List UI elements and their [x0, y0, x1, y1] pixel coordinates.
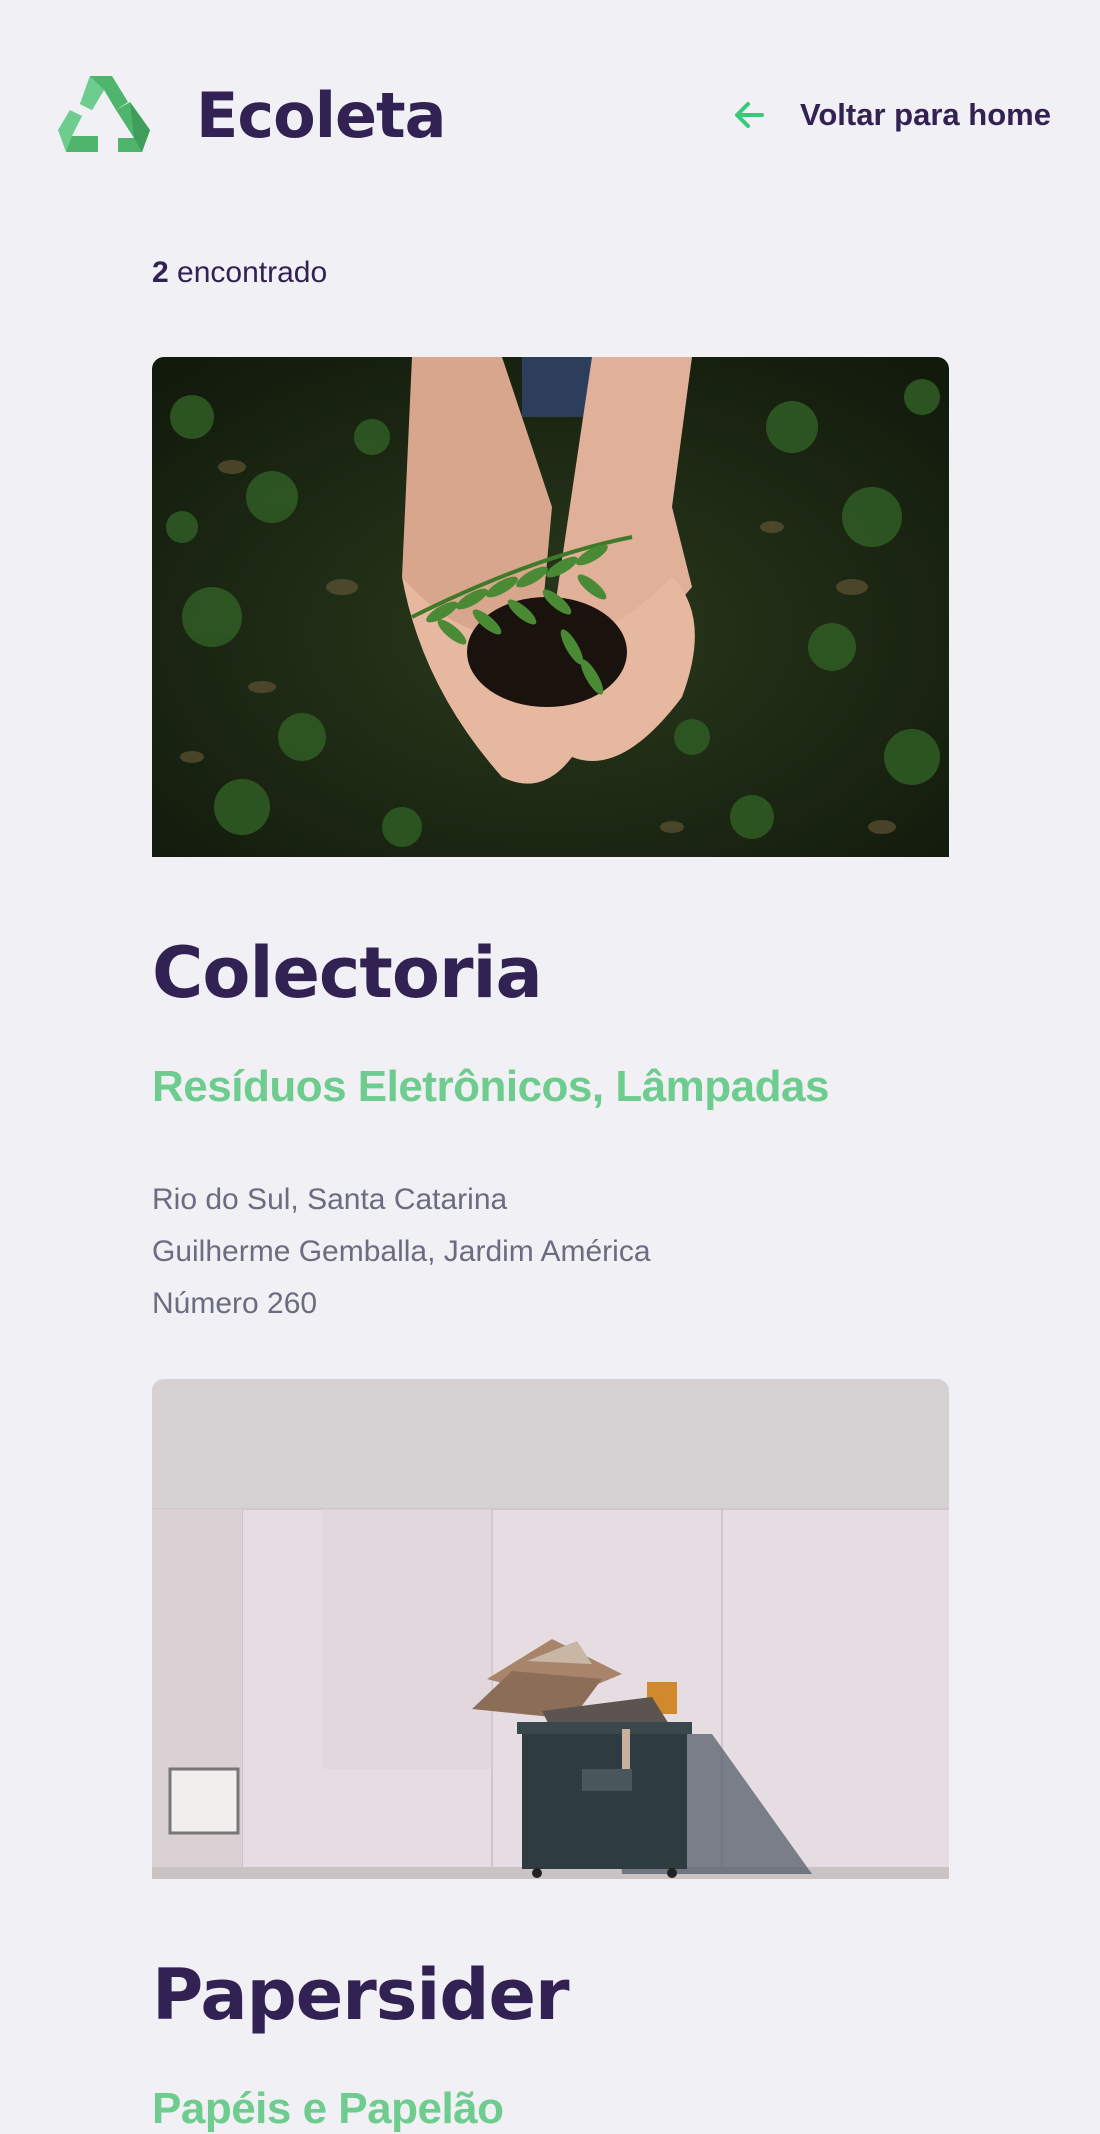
- back-to-home-label: Voltar para home: [800, 97, 1051, 132]
- point-number: Número 260: [152, 1287, 318, 1320]
- hands-holding-plant-photo: [152, 357, 949, 857]
- page-header: Ecoleta Voltar para home: [0, 0, 1100, 230]
- point-items: Papéis e Papelão: [152, 2084, 504, 2133]
- dumpster-with-cardboard-photo: [152, 1379, 949, 1879]
- point-name: Colectoria: [152, 932, 543, 1014]
- results-count: 2 encontrado: [152, 256, 327, 290]
- arrow-left-icon: [735, 102, 764, 128]
- results-count-number: 2: [152, 256, 169, 289]
- point-items: Resíduos Eletrônicos, Lâmpadas: [152, 1062, 829, 1111]
- recycle-logo-icon: [58, 76, 150, 152]
- results-count-label: encontrado: [168, 256, 328, 289]
- point-name: Papersider: [152, 1954, 570, 2036]
- point-address: Rio do Sul, Santa Catarina Guilherme Gem…: [152, 1174, 651, 1330]
- back-to-home-link[interactable]: Voltar para home: [730, 92, 1051, 138]
- point-street-district: Guilherme Gemballa, Jardim América: [152, 1235, 651, 1268]
- point-city-state: Rio do Sul, Santa Catarina: [152, 1183, 508, 1216]
- point-image: [152, 1379, 949, 1879]
- brand-name: Ecoleta: [196, 79, 446, 152]
- point-image: [152, 357, 949, 857]
